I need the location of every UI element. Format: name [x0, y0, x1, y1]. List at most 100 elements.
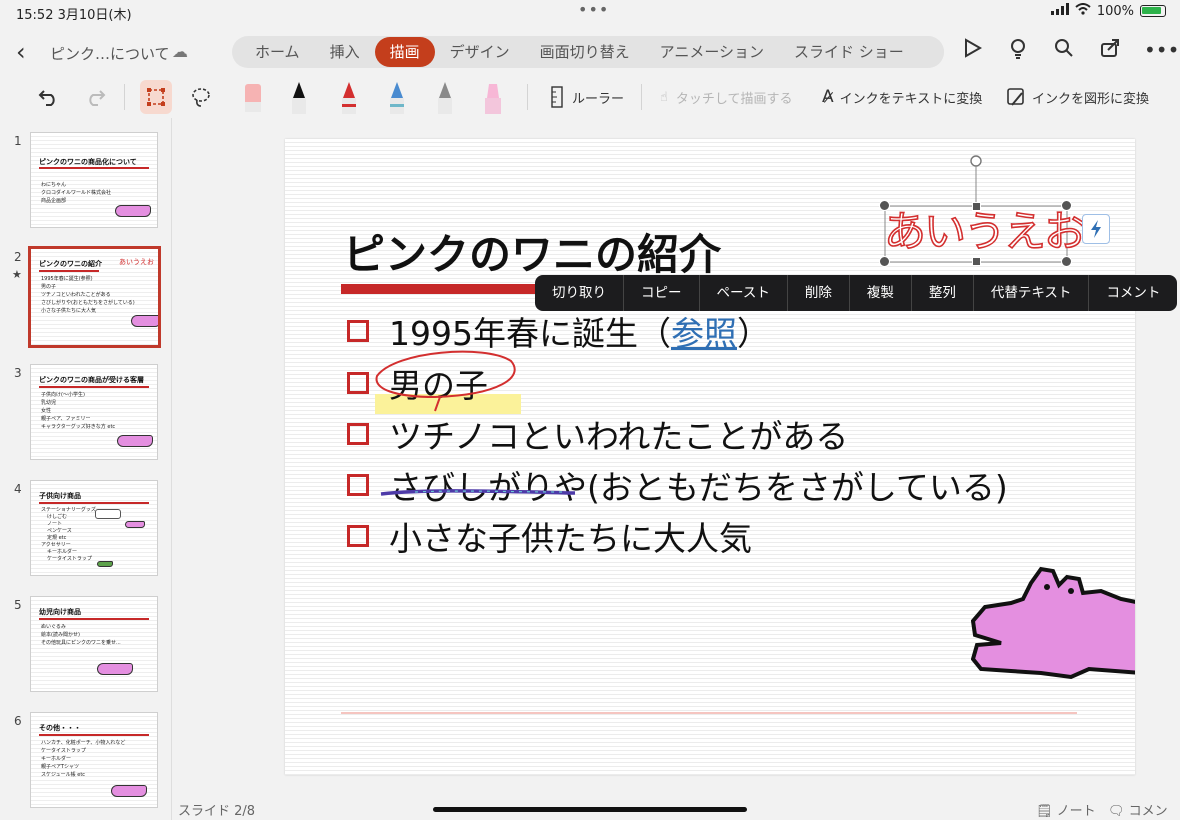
thumbnail-line: 男の子	[41, 284, 57, 290]
menu-duplicate[interactable]: 複製	[850, 275, 912, 311]
designer-lightning-icon[interactable]	[1082, 214, 1110, 244]
resize-handle[interactable]	[972, 202, 981, 211]
home-indicator[interactable]	[433, 807, 747, 812]
status-right: 100%	[1050, 3, 1166, 19]
resize-handle[interactable]	[879, 200, 890, 211]
touch-draw-button[interactable]: ☝ タッチして描画する	[660, 80, 793, 114]
slide-thumbnail-2[interactable]: ピンクのワニの紹介 あいうえお 1995年春に誕生(参照) 男の子 ツチノコとい…	[28, 246, 161, 348]
ink-to-shape-icon	[1007, 88, 1024, 106]
cloud-saved-icon: ☁	[172, 42, 188, 61]
thumbnail-number: 3	[14, 366, 22, 380]
black-pen-icon[interactable]	[288, 78, 310, 116]
tabs-fade	[904, 36, 944, 68]
thumbnail-line: 1995年春に誕生(参照)	[41, 276, 93, 282]
notes-button[interactable]: 🗒 ノート	[1036, 800, 1096, 819]
comment-icon: 🗨	[1108, 804, 1125, 819]
menu-copy[interactable]: コピー	[624, 275, 700, 311]
menu-delete[interactable]: 削除	[788, 275, 850, 311]
thumbnail-line: ケータイストラップ	[41, 748, 86, 754]
slide-number: スライド 2/8	[178, 804, 256, 819]
toolbar-divider	[641, 84, 642, 110]
slide-canvas[interactable]: ピンクのワニの紹介 1995年春に誕生（ 参照） 男の子 ツチノコといわれたことが…	[172, 118, 1180, 794]
pencil-icon[interactable]	[434, 78, 456, 116]
thumbnail-title-bar	[39, 502, 149, 504]
resize-handle[interactable]	[879, 256, 890, 267]
thumbnail-line: 親子ペアTシャツ	[41, 764, 80, 770]
touch-hand-icon: ☝	[660, 89, 668, 105]
thumbnail-line: ステーショナリーグッズ	[41, 507, 96, 513]
redo-icon[interactable]	[84, 80, 106, 114]
tab-home[interactable]: ホーム	[240, 37, 315, 67]
status-bar: 15:52 3月10日(木) ••• 100%	[0, 0, 1180, 24]
menu-cut[interactable]: 切り取り	[535, 275, 624, 311]
thumbnail-line: ペンケース	[47, 528, 72, 534]
crocodile-image	[131, 315, 158, 327]
slide-thumbnail-3[interactable]: ピンクのワニの商品が受ける客層 子供向け(～小学生) 乳幼児 女性 親子ペア、フ…	[30, 364, 158, 460]
star-icon: ★	[12, 268, 22, 281]
tab-insert[interactable]: 挿入	[315, 37, 375, 67]
toolbar-divider	[124, 84, 125, 110]
tab-slideshow[interactable]: スライド ショー	[779, 37, 919, 67]
menu-paste[interactable]: ペースト	[700, 275, 788, 311]
slide-thumbnail-1[interactable]: ピンクのワニの商品化について わにちゃん クロコダイルワールド株式会社 商品企画…	[30, 132, 158, 228]
touch-draw-label: タッチして描画する	[675, 91, 793, 107]
lasso-select-icon[interactable]	[190, 80, 212, 114]
thumbnail-line: 定規 etc	[47, 535, 67, 541]
tab-design[interactable]: デザイン	[435, 37, 525, 67]
galaxy-pen-icon[interactable]	[386, 78, 408, 116]
wifi-icon	[1075, 3, 1091, 19]
eraser-icon[interactable]	[242, 78, 264, 116]
menu-arrange[interactable]: 整列	[912, 275, 974, 311]
battery-icon	[1140, 5, 1166, 17]
resize-handle[interactable]	[1061, 200, 1072, 211]
tab-draw[interactable]: 描画	[374, 37, 435, 67]
thumbnail-line: 親子ペア、ファミリー	[41, 416, 91, 422]
back-chevron-icon[interactable]: ‹	[16, 38, 26, 66]
status-time: 15:52 3月10日(木)	[16, 8, 132, 23]
thumbnail-line: さびしがりや(おともだちをさがしている)	[41, 300, 135, 306]
thumbnail-number: 5	[14, 598, 22, 612]
ruler-button[interactable]: ルーラー	[550, 80, 624, 114]
crocodile-image	[125, 521, 145, 528]
ink-to-shape-button[interactable]: インクを図形に変換	[1006, 80, 1149, 114]
crocodile-image[interactable]	[971, 563, 1135, 683]
undo-icon[interactable]	[38, 80, 60, 114]
thumbnail-line: ツチノコといわれたことがある	[41, 292, 111, 298]
ink-to-text-label: インクをテキストに変換	[839, 91, 983, 107]
search-icon[interactable]	[1052, 38, 1076, 65]
resize-handle[interactable]	[1061, 256, 1072, 267]
thumbnail-number: 1	[14, 134, 22, 148]
draw-toolbar: ルーラー ☝ タッチして描画する A̷ インクをテキストに変換 インクを図形に変…	[0, 76, 1180, 118]
more-icon[interactable]: •••	[1144, 38, 1179, 65]
thumbnail-line: キーホルダー	[47, 549, 78, 555]
select-objects-icon[interactable]	[140, 80, 172, 114]
ink-to-text-button[interactable]: A̷ インクをテキストに変換	[822, 80, 982, 114]
ink-handwriting-text[interactable]: あいうえお	[883, 198, 1087, 259]
thumbnail-line: 絵本(読み聞かせ)	[41, 632, 80, 638]
thumbnail-number: 4	[14, 482, 22, 496]
battery-percent: 100%	[1096, 3, 1134, 19]
resize-handle[interactable]	[972, 257, 981, 266]
menu-comment[interactable]: コメント	[1089, 275, 1177, 311]
lightbulb-icon[interactable]	[1006, 38, 1030, 65]
thumbnail-line: ハンカチ、化粧ポーチ、小物入れなど	[41, 740, 126, 746]
document-title[interactable]: ピンク…について	[50, 43, 170, 64]
footer-line	[341, 712, 1077, 714]
thumbnail-number: 6	[14, 714, 22, 728]
thumbnail-line: 小さな子供たちに大人気	[41, 308, 97, 314]
highlighter-icon[interactable]	[482, 78, 504, 116]
slide-thumbnail-5[interactable]: 幼児向け商品 ぬいぐるみ 絵本(読み聞かせ) その他玩具にピンクのワニを乗せ..…	[30, 596, 158, 692]
ribbon-tabs: ホーム 挿入 描画 デザイン 画面切り替え アニメーション スライド ショー	[232, 36, 944, 68]
notes-icon: 🗒	[1036, 804, 1053, 819]
tab-animations[interactable]: アニメーション	[645, 37, 779, 67]
red-pen-icon[interactable]	[338, 78, 360, 116]
share-icon[interactable]	[1098, 38, 1122, 65]
play-icon[interactable]	[960, 38, 984, 65]
tab-transitions[interactable]: 画面切り替え	[525, 37, 645, 67]
menu-alt-text[interactable]: 代替テキスト	[974, 275, 1090, 311]
slide-thumbnail-4[interactable]: 子供向け商品 ステーショナリーグッズ けしごむ ノート ペンケース 定規 etc…	[30, 480, 158, 576]
thumbnail-line: ノート	[47, 521, 63, 527]
multitask-dots-icon[interactable]: •••	[578, 0, 609, 19]
comments-button[interactable]: 🗨 コメント	[1108, 800, 1180, 820]
speech-bubble	[95, 509, 121, 519]
